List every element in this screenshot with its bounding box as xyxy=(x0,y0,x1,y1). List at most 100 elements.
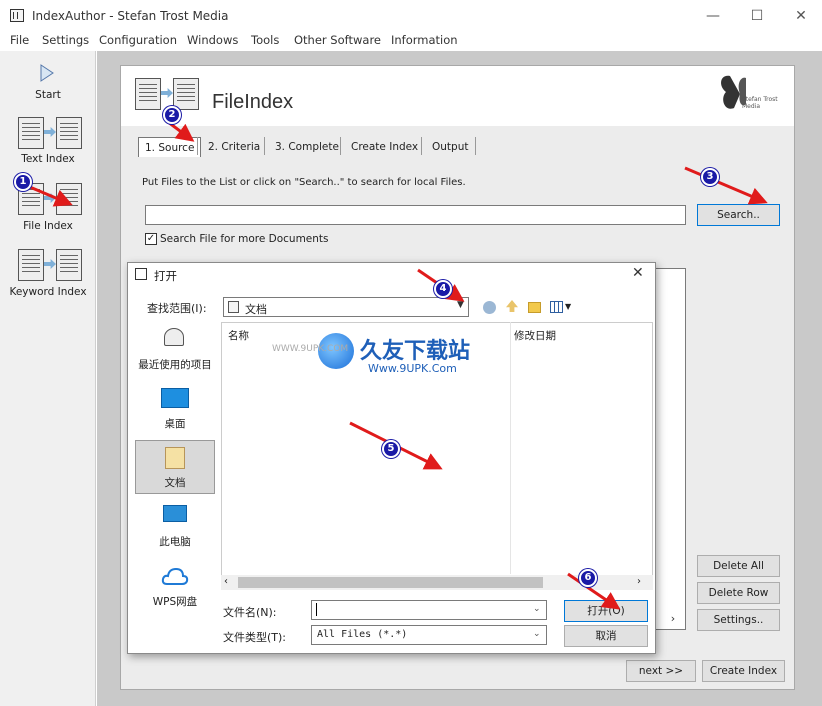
app-window: IndexAuthor - Stefan Trost Media — ☐ ✕ F… xyxy=(0,0,822,706)
source-instruction: Put Files to the List or click on "Searc… xyxy=(142,177,466,188)
delete-row-button[interactable]: Delete Row xyxy=(697,582,780,604)
create-index-button[interactable]: Create Index xyxy=(702,660,785,682)
menu-bar: File Settings Configuration Windows Tool… xyxy=(0,32,822,51)
sidebar-item-text-index[interactable]: Text Index xyxy=(0,117,96,172)
documents-icon xyxy=(165,447,185,469)
place-label: 此电脑 xyxy=(159,536,191,548)
search-button[interactable]: Search.. xyxy=(697,204,780,226)
sidebar-item-label: Start xyxy=(35,89,61,101)
sidebar-item-label: Keyword Index xyxy=(9,286,87,298)
delete-all-button[interactable]: Delete All xyxy=(697,555,780,577)
place-documents[interactable]: 文档 xyxy=(135,440,215,494)
sidebar-item-label: Text Index xyxy=(21,153,75,165)
filename-label: 文件名(N): xyxy=(223,606,277,619)
menu-settings[interactable]: Settings xyxy=(42,33,89,47)
view-menu-icon[interactable] xyxy=(550,301,563,313)
next-button[interactable]: next >> xyxy=(626,660,696,682)
document-folder-icon xyxy=(228,301,239,313)
place-desktop[interactable]: 桌面 xyxy=(135,386,215,438)
filename-chevron-down-icon[interactable]: ⌄ xyxy=(533,604,541,614)
chevron-down-icon[interactable]: ▼ xyxy=(457,300,464,310)
dialog-close-button[interactable]: ✕ xyxy=(632,265,644,281)
text-cursor xyxy=(316,603,317,616)
step-marker-1: 1 xyxy=(14,173,32,191)
checkbox-label: Search File for more Documents xyxy=(160,233,329,245)
column-header-name[interactable]: 名称 xyxy=(228,328,249,343)
step-marker-2: 2 xyxy=(163,106,181,124)
cloud-icon xyxy=(161,567,189,585)
sidebar: Start Text Index File Index Keyword Inde… xyxy=(0,51,96,706)
title-bar: IndexAuthor - Stefan Trost Media — ☐ ✕ xyxy=(0,0,822,32)
filetype-chevron-down-icon[interactable]: ⌄ xyxy=(533,629,541,639)
tab-divider xyxy=(421,137,422,155)
cancel-button[interactable]: 取消 xyxy=(564,625,648,647)
sidebar-item-keyword-index[interactable]: Keyword Index xyxy=(0,249,96,304)
close-button[interactable]: ✕ xyxy=(787,6,815,26)
scroll-right-arrow-icon[interactable]: › xyxy=(663,612,683,628)
place-recent[interactable]: 最近使用的项目 xyxy=(135,326,215,376)
sidebar-item-file-index[interactable]: File Index xyxy=(0,183,96,238)
page-title: FileIndex xyxy=(212,91,294,113)
tab-divider xyxy=(475,137,476,155)
place-label: 桌面 xyxy=(164,418,186,430)
tab-complete[interactable]: 3. Complete xyxy=(269,137,345,157)
scroll-left-arrow-icon[interactable]: ‹ xyxy=(224,576,228,587)
watermark-url: Www.9UPK.Com xyxy=(368,362,457,375)
logo-text: Stefan Trost Media xyxy=(742,96,778,110)
desktop-icon xyxy=(161,388,189,408)
menu-file[interactable]: File xyxy=(10,33,29,47)
scrollbar-thumb[interactable] xyxy=(238,577,543,588)
new-folder-icon[interactable] xyxy=(528,302,541,313)
sidebar-item-start[interactable]: Start xyxy=(0,61,96,106)
settings-button[interactable]: Settings.. xyxy=(697,609,780,631)
column-header-modified[interactable]: 修改日期 xyxy=(514,328,556,343)
filename-input[interactable] xyxy=(311,600,547,620)
back-icon[interactable] xyxy=(483,301,496,314)
filetype-select[interactable]: All Files (*.*) xyxy=(311,625,547,645)
open-button[interactable]: 打开(O) xyxy=(564,600,648,622)
tab-create-index[interactable]: Create Index xyxy=(345,137,424,157)
dialog-app-icon xyxy=(135,268,147,280)
keyword-index-icon xyxy=(18,249,82,281)
menu-information[interactable]: Information xyxy=(391,33,458,47)
search-more-checkbox[interactable]: ✓ xyxy=(145,233,157,245)
watermark-title: 久友下载站 xyxy=(360,339,471,364)
view-chevron-icon[interactable]: ▼ xyxy=(565,302,571,311)
scroll-right-arrow-icon[interactable]: › xyxy=(637,576,641,587)
step-marker-5: 5 xyxy=(382,440,400,458)
text-index-icon xyxy=(18,117,82,149)
tab-divider xyxy=(197,137,198,155)
step-marker-4: 4 xyxy=(434,280,452,298)
menu-configuration[interactable]: Configuration xyxy=(99,33,177,47)
place-label: 文档 xyxy=(164,477,186,489)
window-title: IndexAuthor - Stefan Trost Media xyxy=(32,9,229,23)
tab-divider xyxy=(264,137,265,155)
filetype-label: 文件类型(T): xyxy=(223,631,287,644)
place-wps-cloud[interactable]: WPS网盘 xyxy=(135,563,215,613)
look-in-label: 查找范围(I): xyxy=(147,302,207,315)
computer-icon xyxy=(163,505,187,522)
place-label: WPS网盘 xyxy=(152,596,198,608)
recent-icon xyxy=(164,328,184,346)
place-label: 最近使用的项目 xyxy=(138,359,212,371)
play-icon xyxy=(40,64,54,82)
place-computer[interactable]: 此电脑 xyxy=(135,503,215,553)
menu-windows[interactable]: Windows xyxy=(187,33,238,47)
menu-other-software[interactable]: Other Software xyxy=(294,33,381,47)
tab-source[interactable]: 1. Source xyxy=(138,137,202,157)
tab-output[interactable]: Output xyxy=(426,137,474,157)
step-marker-6: 6 xyxy=(579,569,597,587)
step-marker-3: 3 xyxy=(701,168,719,186)
menu-tools[interactable]: Tools xyxy=(251,33,279,47)
maximize-button[interactable]: ☐ xyxy=(743,6,771,26)
column-divider xyxy=(510,322,511,574)
watermark-left-text: WWW.9UPK.COM xyxy=(272,344,349,354)
app-icon xyxy=(10,9,24,22)
sidebar-item-label: File Index xyxy=(23,220,73,232)
look-in-value: 文档 xyxy=(245,303,267,316)
tab-divider xyxy=(340,137,341,155)
tab-criteria[interactable]: 2. Criteria xyxy=(202,137,266,157)
file-index-header-icon xyxy=(135,78,199,110)
minimize-button[interactable]: — xyxy=(699,6,727,26)
source-path-input[interactable] xyxy=(145,205,686,225)
